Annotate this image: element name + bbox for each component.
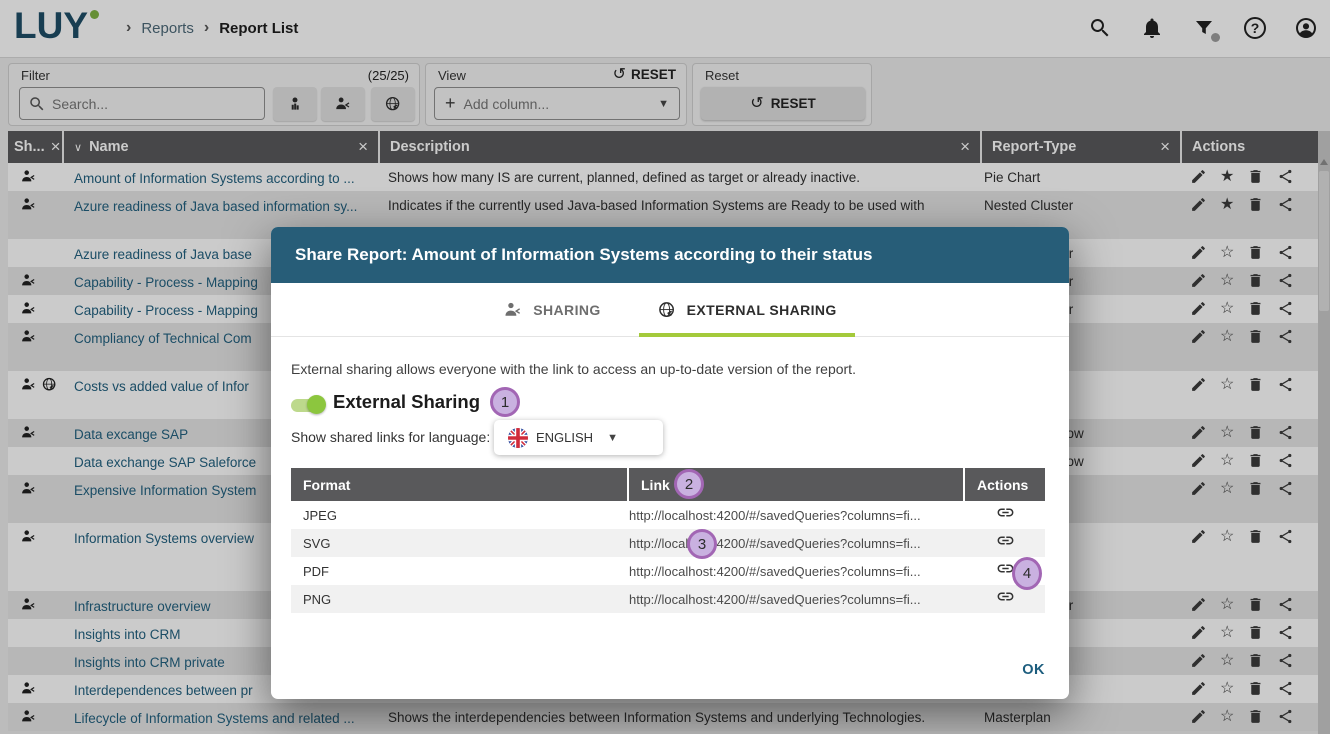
format-cell: SVG bbox=[291, 536, 629, 551]
tab-sharing[interactable]: SHARING bbox=[501, 283, 602, 336]
ok-button[interactable]: OK bbox=[1022, 662, 1045, 678]
globe-share-icon bbox=[657, 300, 677, 320]
modal-title-bar: Share Report: Amount of Information Syst… bbox=[271, 227, 1069, 283]
share-link-row: PNGhttp://localhost:4200/#/savedQueries?… bbox=[291, 585, 1045, 613]
external-sharing-toggle[interactable] bbox=[291, 393, 327, 415]
format-cell: PDF bbox=[291, 564, 629, 579]
language-selector[interactable]: ENGLISH ▼ bbox=[494, 420, 663, 455]
share-links-table: Format Link Actions JPEGhttp://localhost… bbox=[291, 468, 1045, 613]
external-sharing-toggle-label: External Sharing bbox=[333, 391, 480, 413]
chevron-down-icon: ▼ bbox=[607, 432, 618, 444]
link-actions-cell bbox=[965, 587, 1045, 611]
copy-link-button[interactable] bbox=[996, 587, 1015, 611]
annotation-badge-4: 4 bbox=[1012, 557, 1042, 590]
external-sharing-description: External sharing allows everyone with th… bbox=[291, 361, 856, 377]
link-url-cell: http://localhost:4200/#/savedQueries?col… bbox=[629, 508, 965, 523]
link-actions-cell bbox=[965, 531, 1045, 555]
link-url-cell: http://localhost:4200/#/savedQueries?col… bbox=[629, 536, 965, 551]
uk-flag-icon bbox=[508, 428, 528, 448]
copy-link-icon bbox=[996, 587, 1015, 606]
annotation-badge-3: 3 bbox=[687, 529, 717, 559]
link-url-cell: http://localhost:4200/#/savedQueries?col… bbox=[629, 592, 965, 607]
format-cell: PNG bbox=[291, 592, 629, 607]
modal-tabs: SHARING EXTERNAL SHARING bbox=[271, 283, 1069, 337]
copy-link-button[interactable] bbox=[996, 503, 1015, 527]
annotation-badge-2: 2 bbox=[674, 469, 704, 499]
copy-link-icon bbox=[996, 531, 1015, 550]
format-cell: JPEG bbox=[291, 508, 629, 523]
share-report-modal: Share Report: Amount of Information Syst… bbox=[271, 227, 1069, 699]
link-actions-cell bbox=[965, 503, 1045, 527]
share-links-table-body: JPEGhttp://localhost:4200/#/savedQueries… bbox=[291, 501, 1045, 613]
tab-external-sharing[interactable]: EXTERNAL SHARING bbox=[655, 283, 839, 336]
copy-link-icon bbox=[996, 503, 1015, 522]
share-link-row: PDFhttp://localhost:4200/#/savedQueries?… bbox=[291, 557, 1045, 585]
share-links-table-header: Format Link Actions bbox=[291, 468, 1045, 501]
column-header-actions: Actions bbox=[965, 468, 1045, 501]
share-link-row: SVGhttp://localhost:4200/#/savedQueries?… bbox=[291, 529, 1045, 557]
person-share-icon bbox=[503, 300, 523, 320]
copy-link-button[interactable] bbox=[996, 531, 1015, 555]
link-url-cell: http://localhost:4200/#/savedQueries?col… bbox=[629, 564, 965, 579]
share-link-row: JPEGhttp://localhost:4200/#/savedQueries… bbox=[291, 501, 1045, 529]
toggle-knob bbox=[307, 395, 326, 414]
language-selector-label: Show shared links for language: bbox=[291, 429, 490, 445]
column-header-format: Format bbox=[291, 468, 627, 501]
modal-title: Share Report: Amount of Information Syst… bbox=[295, 245, 872, 265]
language-value: ENGLISH bbox=[536, 430, 593, 445]
annotation-badge-1: 1 bbox=[490, 387, 520, 417]
